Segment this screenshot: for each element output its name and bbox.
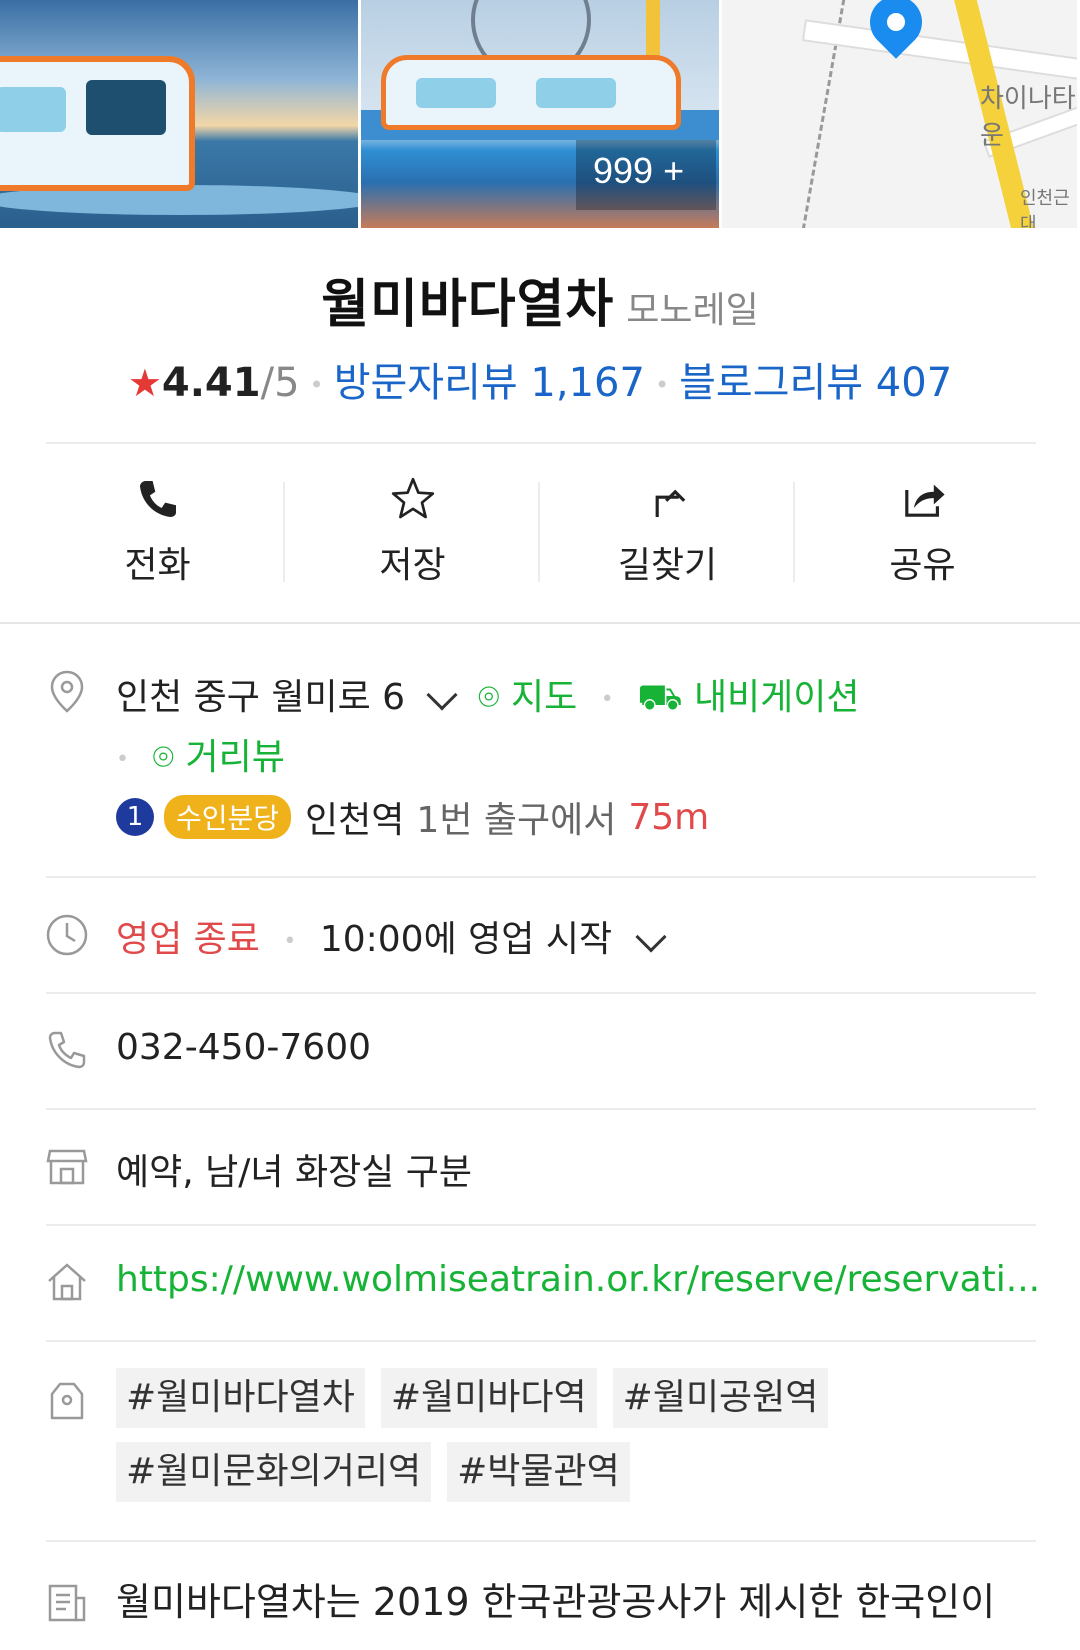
station-exit: 1번 출구에서 bbox=[416, 800, 617, 841]
tag-chip[interactable]: #박물관역 bbox=[447, 1442, 630, 1502]
next-open-time: 10:00에 영업 시작 bbox=[319, 919, 613, 960]
photo-count[interactable]: 999 + bbox=[593, 150, 684, 192]
divider bbox=[0, 622, 1080, 624]
phone-icon bbox=[139, 481, 176, 517]
phone-outline-icon bbox=[48, 1031, 86, 1069]
tag-list: #월미바다열차 #월미바다역 #월미공원역 #월미문화의거리역 #박물관역 bbox=[116, 1368, 1036, 1502]
photo-monorail-sea[interactable] bbox=[0, 0, 358, 228]
rating-star-icon: ★ bbox=[127, 361, 162, 405]
share-label: 공유 bbox=[889, 545, 956, 586]
separator-dot: • bbox=[283, 928, 297, 954]
divider bbox=[46, 1340, 1036, 1342]
star-icon bbox=[391, 477, 434, 519]
tag-chip[interactable]: #월미문화의거리역 bbox=[116, 1442, 432, 1502]
divider bbox=[46, 992, 1036, 994]
call-label: 전화 bbox=[124, 545, 191, 586]
address-text[interactable]: 인천 중구 월미로 6 bbox=[116, 677, 405, 718]
separator-dot: • bbox=[116, 746, 129, 772]
map-link[interactable]: 지도 bbox=[511, 677, 577, 718]
store-icon bbox=[46, 1149, 88, 1185]
call-button[interactable]: 전화 bbox=[30, 448, 285, 588]
rating-score: 4.41 bbox=[161, 360, 261, 406]
divider bbox=[46, 876, 1036, 878]
transit-info: 1 수인분당 인천역 1번 출구에서 75m bbox=[116, 795, 710, 841]
photo-monorail-park[interactable]: 999 + bbox=[361, 0, 719, 228]
action-bar: 전화 저장 길찾기 공유 bbox=[30, 448, 1050, 588]
train-window bbox=[86, 80, 166, 135]
business-status: 영업 종료 bbox=[116, 919, 260, 960]
map-pin-small-icon: ⌾ bbox=[477, 677, 500, 718]
divider bbox=[46, 1224, 1036, 1226]
map-label-incheon: 인천근대 bbox=[1020, 188, 1070, 228]
divider bbox=[46, 1540, 1036, 1542]
chevron-down-icon[interactable] bbox=[425, 679, 458, 711]
clock-icon bbox=[46, 914, 88, 956]
train-window bbox=[536, 78, 616, 108]
divider bbox=[46, 442, 1036, 444]
directions-icon bbox=[655, 489, 685, 517]
photo-train bbox=[381, 55, 681, 130]
rating-outof: /5 bbox=[260, 360, 300, 406]
tag-icon bbox=[50, 1382, 84, 1420]
separator-dot: • bbox=[600, 686, 614, 712]
place-description: 월미바다열차는 2019 한국관광공사가 제시한 한국인이 bbox=[116, 1580, 996, 1624]
place-name: 월미바다열차 bbox=[321, 275, 615, 335]
navigation-link[interactable]: 내비게이션 bbox=[694, 677, 860, 718]
phone-number[interactable]: 032-450-7600 bbox=[116, 1027, 371, 1068]
location-pin-outline-icon bbox=[50, 670, 84, 713]
train-window bbox=[0, 87, 66, 132]
photo-train bbox=[0, 56, 195, 191]
train-window bbox=[416, 78, 496, 108]
hours-line[interactable]: 영업 종료 • 10:00에 영업 시작 bbox=[116, 910, 667, 962]
map-thumbnail[interactable]: 차이나타운 인천근대 bbox=[722, 0, 1077, 228]
place-category: 모노레일 bbox=[626, 290, 759, 331]
save-label: 저장 bbox=[379, 545, 446, 586]
amenities-text: 예약, 남/녀 화장실 구분 bbox=[116, 1152, 472, 1193]
photo-strip[interactable]: 999 + 차이나타운 인천근대 bbox=[0, 0, 1080, 228]
street-view-pin-icon: ⌾ bbox=[152, 737, 175, 778]
website-link[interactable]: https://www.wolmiseatrain.or.kr/reserve/… bbox=[116, 1259, 1040, 1300]
separator-dot: • bbox=[654, 371, 670, 399]
share-button[interactable]: 공유 bbox=[795, 448, 1050, 588]
save-button[interactable]: 저장 bbox=[285, 448, 540, 588]
tag-chip[interactable]: #월미바다역 bbox=[380, 1368, 597, 1428]
directions-label: 길찾기 bbox=[617, 545, 718, 586]
tag-chip[interactable]: #월미바다열차 bbox=[116, 1368, 365, 1428]
street-view-line: • ⌾ 거리뷰 bbox=[116, 728, 285, 780]
separator-dot: • bbox=[309, 371, 324, 399]
visitor-reviews-link[interactable]: 방문자리뷰 1,167 bbox=[334, 360, 645, 406]
document-icon bbox=[48, 1584, 86, 1622]
station-name: 인천역 bbox=[305, 800, 405, 841]
address-line: 인천 중구 월미로 6 ⌾ 지도 • ⛟ 내비게이션 bbox=[116, 668, 860, 723]
map-label-chinatown: 차이나타운 bbox=[980, 84, 1076, 151]
station-distance: 75m bbox=[628, 796, 710, 838]
directions-button[interactable]: 길찾기 bbox=[540, 448, 795, 588]
tag-chip[interactable]: #월미공원역 bbox=[612, 1368, 829, 1428]
street-view-link[interactable]: 거리뷰 bbox=[186, 737, 285, 778]
chevron-down-icon[interactable] bbox=[634, 921, 667, 953]
rating-row: ★4.41/5 • 방문자리뷰 1,167 • 블로그리뷰 407 bbox=[0, 350, 1080, 408]
subway-line-name: 수인분당 bbox=[164, 795, 292, 839]
share-icon bbox=[904, 484, 945, 517]
car-icon: ⛟ bbox=[637, 677, 683, 718]
home-icon bbox=[48, 1263, 86, 1301]
title-row: 월미바다열차 모노레일 bbox=[0, 262, 1080, 337]
subway-line-number: 1 bbox=[116, 798, 154, 836]
divider bbox=[46, 1108, 1036, 1110]
blog-reviews-link[interactable]: 블로그리뷰 407 bbox=[679, 360, 952, 406]
